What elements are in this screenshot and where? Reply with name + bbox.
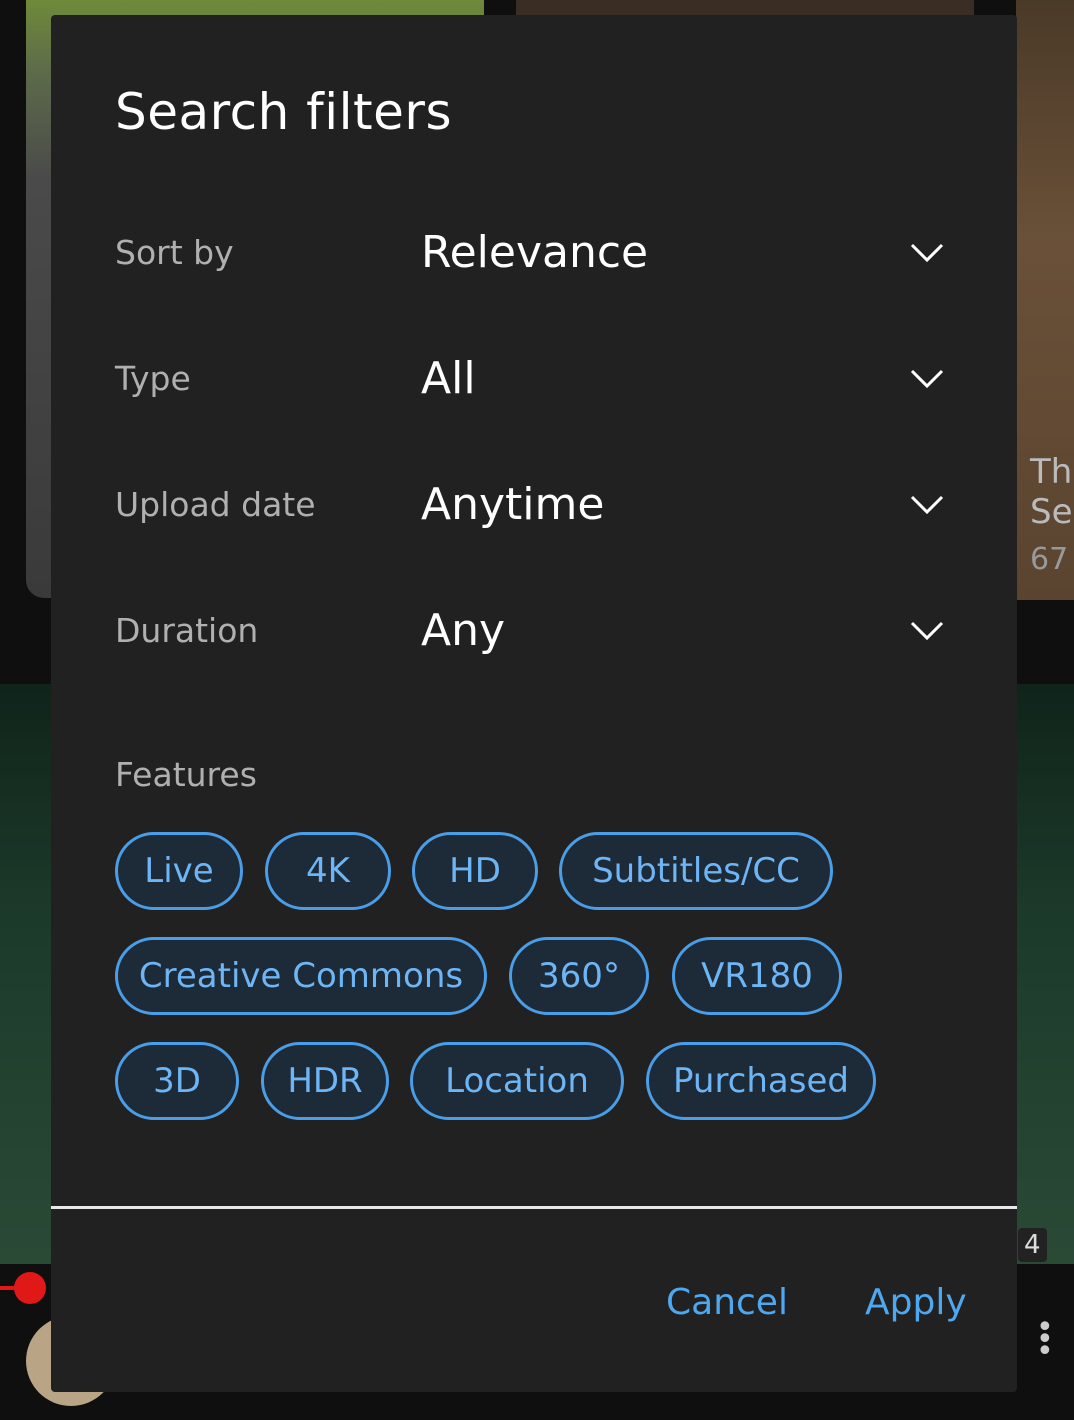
video-title-fragment: The (1030, 452, 1074, 492)
cancel-button[interactable]: Cancel (666, 1273, 788, 1333)
divider (51, 1206, 1017, 1209)
progress-scrubber (14, 1272, 46, 1304)
type-value: All (421, 353, 476, 404)
chip-purchased[interactable]: Purchased (646, 1042, 876, 1120)
duration-dropdown[interactable]: Duration Any (115, 591, 945, 671)
chip-location[interactable]: Location (410, 1042, 624, 1120)
features-label: Features (115, 755, 257, 794)
sort-by-label: Sort by (115, 233, 234, 272)
sort-by-value: Relevance (421, 227, 649, 278)
chevron-down-icon (910, 621, 944, 641)
chip-3d[interactable]: 3D (115, 1042, 239, 1120)
chip-subtitles-cc[interactable]: Subtitles/CC (559, 832, 833, 910)
type-dropdown[interactable]: Type All (115, 339, 945, 419)
duration-badge: 4 (1018, 1228, 1047, 1262)
chevron-down-icon (910, 369, 944, 389)
upload-date-value: Anytime (421, 479, 605, 530)
more-vert-icon: • • • (1036, 1310, 1054, 1369)
chip-vr180[interactable]: VR180 (672, 937, 842, 1015)
duration-label: Duration (115, 611, 259, 650)
chip-hd[interactable]: HD (412, 832, 538, 910)
video-title-fragment: Se (1030, 492, 1073, 532)
chip-4k[interactable]: 4K (265, 832, 391, 910)
chip-live[interactable]: Live (115, 832, 243, 910)
search-filters-dialog: Search filters Sort by Relevance Type Al… (51, 15, 1017, 1392)
dialog-title: Search filters (115, 83, 453, 141)
upload-date-dropdown[interactable]: Upload date Anytime (115, 465, 945, 545)
chip-hdr[interactable]: HDR (261, 1042, 389, 1120)
chevron-down-icon (910, 243, 944, 263)
duration-value: Any (421, 605, 506, 656)
video-meta-fragment: 67 (1030, 542, 1069, 577)
apply-button[interactable]: Apply (865, 1273, 967, 1333)
sort-by-dropdown[interactable]: Sort by Relevance (115, 213, 945, 293)
chip-360[interactable]: 360° (509, 937, 649, 1015)
type-label: Type (115, 359, 191, 398)
upload-date-label: Upload date (115, 485, 316, 524)
chevron-down-icon (910, 495, 944, 515)
chip-creative-commons[interactable]: Creative Commons (115, 937, 487, 1015)
